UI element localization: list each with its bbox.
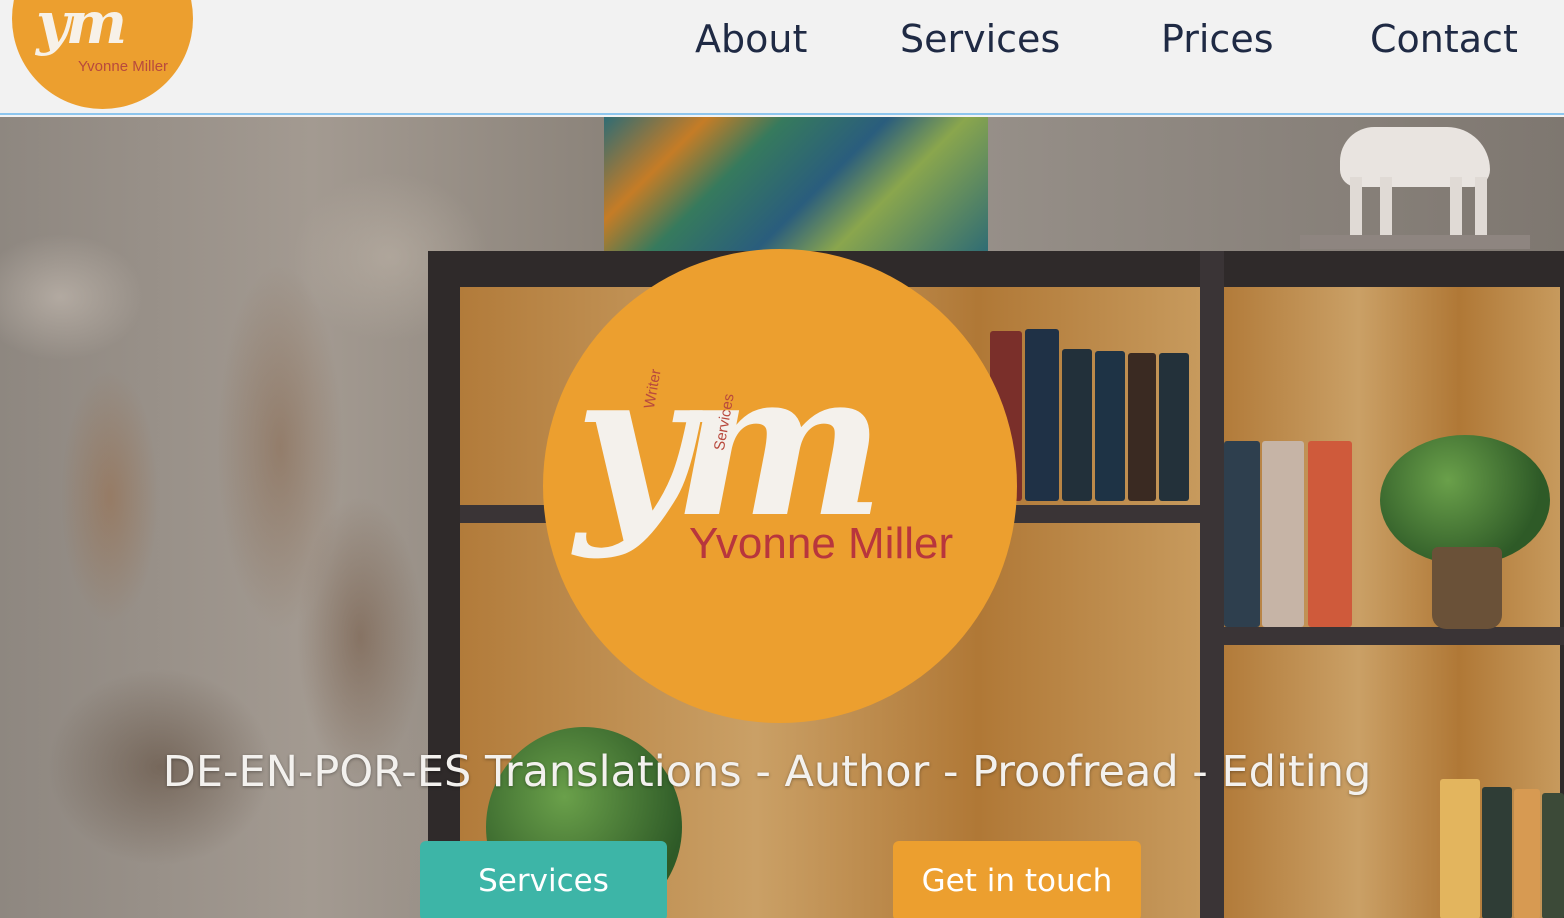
header-logo-name: Yvonne Miller	[78, 58, 169, 75]
services-button[interactable]: Services	[420, 841, 667, 918]
get-in-touch-button[interactable]: Get in touch	[893, 841, 1141, 918]
horse-bookend-image	[1300, 117, 1530, 249]
header-logo[interactable]: ym Yvonne Miller	[12, 0, 193, 109]
nav-services[interactable]: Services	[900, 14, 1060, 64]
hero-logo-name: Yvonne Miller	[689, 519, 954, 568]
nav-contact[interactable]: Contact	[1370, 14, 1518, 64]
site-header: ym Yvonne Miller About Services Prices C…	[0, 0, 1564, 115]
nav-about[interactable]: About	[695, 14, 807, 64]
header-logo-monogram: ym	[36, 0, 127, 57]
plant-image	[1380, 435, 1550, 565]
painting-image	[604, 117, 988, 252]
hero-logo: ym Writer Services Yvonne Miller	[543, 249, 1017, 723]
hero-section: ym Writer Services Yvonne Miller DE-EN-P…	[0, 117, 1564, 918]
nav-prices[interactable]: Prices	[1161, 14, 1274, 64]
hero-tagline: DE-EN-POR-ES Translations - Author - Pro…	[162, 747, 1372, 797]
